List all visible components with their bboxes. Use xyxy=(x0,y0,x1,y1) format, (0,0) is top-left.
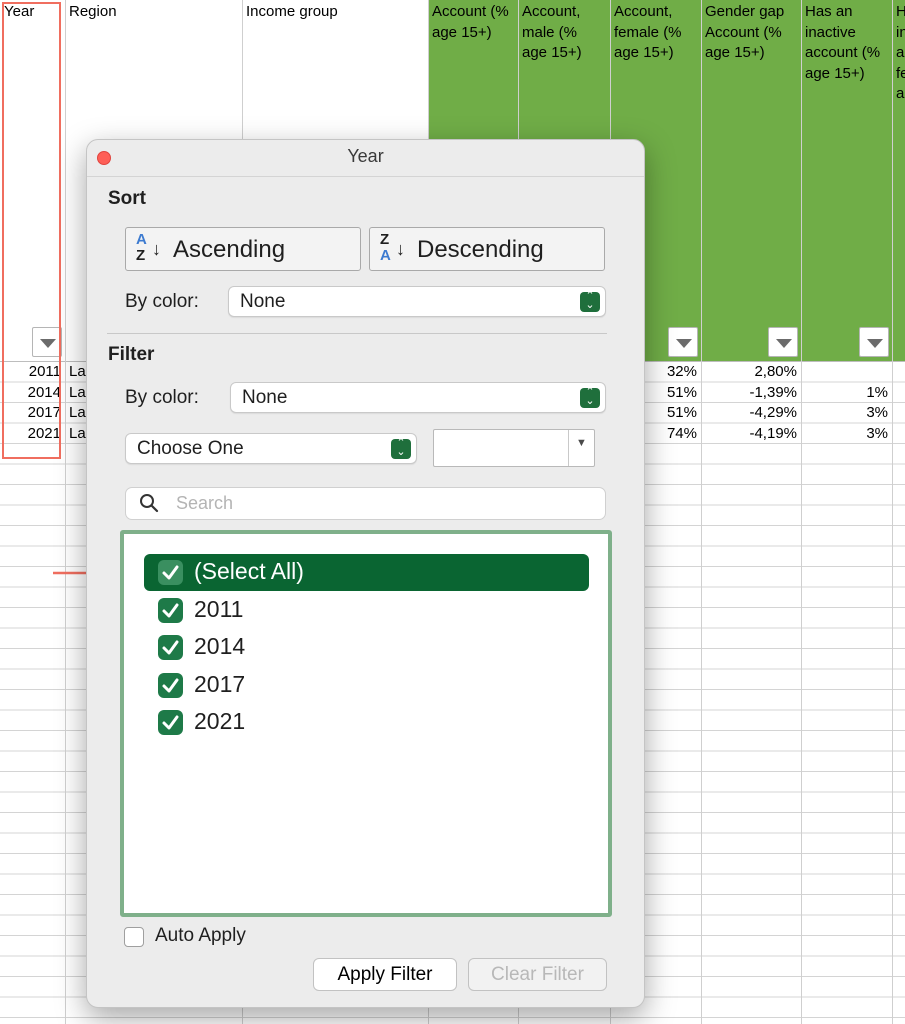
filter-values-list[interactable]: (Select All) 2011 2014 2017 2021 xyxy=(120,530,612,917)
list-item-label: 2017 xyxy=(194,671,246,697)
auto-apply-label: Auto Apply xyxy=(155,925,246,946)
list-item-select-all[interactable]: (Select All) xyxy=(144,554,589,591)
filter-dropdown-button-gender-gap[interactable] xyxy=(768,327,798,357)
checkbox-checked[interactable] xyxy=(158,673,183,698)
column-header-gender-gap[interactable]: Gender gap Account (% age 15+) xyxy=(701,0,801,362)
cell-gender-gap[interactable]: -1,39% xyxy=(701,383,801,403)
cell-gender-gap[interactable]: -4,19% xyxy=(701,424,801,444)
checkmark-icon xyxy=(162,565,179,580)
checkmark-icon xyxy=(162,678,179,693)
filter-by-color-label: By color: xyxy=(125,387,199,408)
select-stepper-icon: ⌃ ⌄ xyxy=(580,291,600,312)
sort-ascending-button[interactable]: A Z ↓ Ascending xyxy=(125,227,361,271)
dialog-title: Year xyxy=(347,146,384,166)
sort-by-color-select[interactable]: None ⌃ ⌄ xyxy=(228,286,606,317)
filter-condition-select[interactable]: Choose One ⌃ ⌄ xyxy=(125,433,417,464)
sort-by-color-value: None xyxy=(240,291,286,312)
down-arrow-icon: ↓ xyxy=(152,239,161,259)
filter-dropdown-button-account-female[interactable] xyxy=(668,327,698,357)
list-item[interactable]: 2017 xyxy=(144,667,589,704)
cell-gender-gap[interactable]: 2,80% xyxy=(701,362,801,382)
checkmark-icon xyxy=(162,715,179,730)
checkbox-checked[interactable] xyxy=(158,635,183,660)
filter-dropdown-button-inactive[interactable] xyxy=(859,327,889,357)
sort-descending-label: Descending xyxy=(417,236,544,263)
icon-letter-top: Z xyxy=(380,231,390,248)
section-divider xyxy=(107,333,607,334)
list-item-label: 2014 xyxy=(194,633,246,659)
filter-dialog: Year Sort A Z ↓ Ascending Z A ↓ Descendi… xyxy=(86,139,645,1008)
cell-inactive[interactable] xyxy=(801,362,892,382)
list-item-label: (Select All) xyxy=(194,558,304,584)
checkbox-checked[interactable] xyxy=(158,598,183,623)
titlebar-divider xyxy=(87,176,644,177)
sort-descending-icon: Z A ↓ xyxy=(378,231,412,266)
search-icon xyxy=(140,494,159,513)
icon-letter-bottom: A xyxy=(380,247,391,264)
icon-letter-top: A xyxy=(136,231,147,248)
select-stepper-icon: ⌃ ⌄ xyxy=(391,438,411,459)
grid-column-line xyxy=(65,0,66,1024)
cell-inactive[interactable]: 3% xyxy=(801,424,892,444)
select-stepper-icon: ⌃ ⌄ xyxy=(580,387,600,408)
sort-descending-button[interactable]: Z A ↓ Descending xyxy=(369,227,605,271)
list-item-label: 2011 xyxy=(194,596,244,622)
filter-value-combobox[interactable]: ▼ xyxy=(433,429,595,467)
grid-column-line xyxy=(701,0,702,1024)
filter-by-color-select[interactable]: None ⌃ ⌄ xyxy=(230,382,606,413)
chevron-down-icon[interactable]: ▼ xyxy=(568,430,594,466)
sort-by-color-label: By color: xyxy=(125,291,199,312)
filter-condition-value: Choose One xyxy=(137,438,244,459)
filter-by-color-value: None xyxy=(242,387,288,408)
checkbox-checked[interactable] xyxy=(158,560,183,585)
column-header-inactive-account[interactable]: Has an inactive account (% age 15+) xyxy=(801,0,892,362)
filter-heading: Filter xyxy=(108,344,155,365)
cell-inactive[interactable]: 1% xyxy=(801,383,892,403)
search-placeholder: Search xyxy=(176,493,234,513)
checkmark-icon xyxy=(162,603,179,618)
checkbox-checked[interactable] xyxy=(158,710,183,735)
sort-heading: Sort xyxy=(108,188,146,209)
cell-gender-gap[interactable]: -4,29% xyxy=(701,403,801,423)
icon-letter-bottom: Z xyxy=(136,247,146,264)
auto-apply-checkbox[interactable] xyxy=(124,927,144,947)
sort-ascending-label: Ascending xyxy=(173,236,286,263)
column-header-partial[interactable]: H in a fe a xyxy=(892,0,905,362)
grid-column-line xyxy=(892,0,893,1024)
list-item[interactable]: 2021 xyxy=(144,704,589,741)
sort-ascending-icon: A Z ↓ xyxy=(134,231,168,266)
cell-inactive[interactable]: 3% xyxy=(801,403,892,423)
list-item[interactable]: 2014 xyxy=(144,629,589,666)
checkmark-icon xyxy=(162,640,179,655)
apply-filter-button[interactable]: Apply Filter xyxy=(313,958,457,991)
list-item[interactable]: 2011 xyxy=(144,592,589,629)
list-item-label: 2021 xyxy=(194,708,246,734)
search-field[interactable]: Search xyxy=(125,487,606,520)
grid-column-line xyxy=(801,0,802,1024)
year-column-highlight xyxy=(2,2,61,459)
down-arrow-icon: ↓ xyxy=(396,239,405,259)
clear-filter-button[interactable]: Clear Filter xyxy=(468,958,607,991)
